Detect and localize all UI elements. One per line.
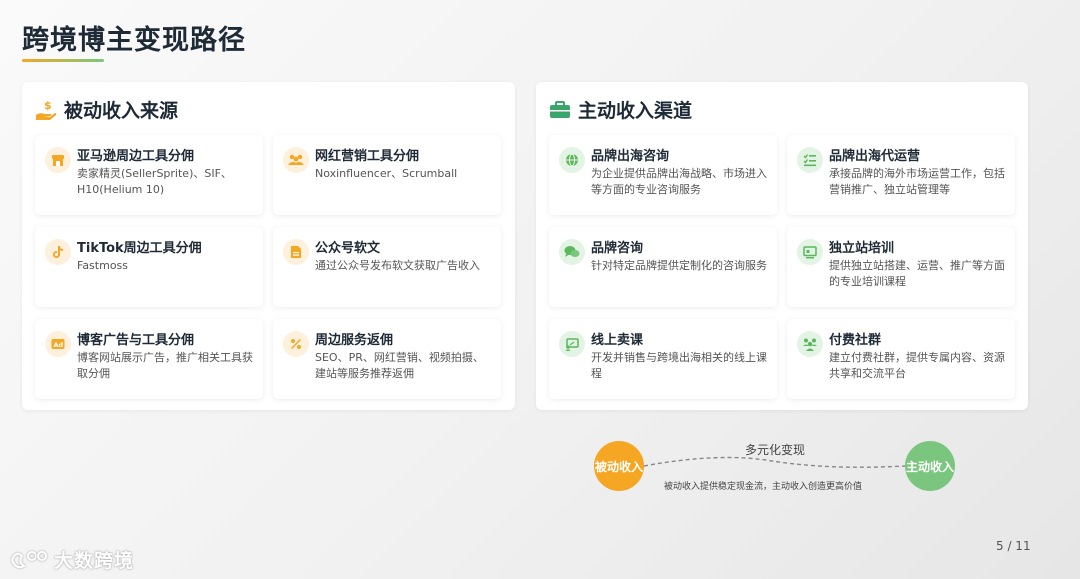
active-income-node: 主动收入 bbox=[905, 441, 955, 491]
brand-logo: 大数跨境 bbox=[10, 546, 134, 573]
flow-caption: 被动收入提供稳定现金流，主动收入创造更高价值 bbox=[664, 482, 863, 492]
flow-connector bbox=[643, 456, 906, 468]
logo-text: 大数跨境 bbox=[54, 550, 135, 572]
page-number: 5 / 11 bbox=[996, 539, 1031, 553]
logo-mark-icon bbox=[10, 550, 47, 568]
passive-income-node: 被动收入 bbox=[594, 441, 644, 491]
flow-label: 多元化变现 bbox=[745, 443, 806, 457]
